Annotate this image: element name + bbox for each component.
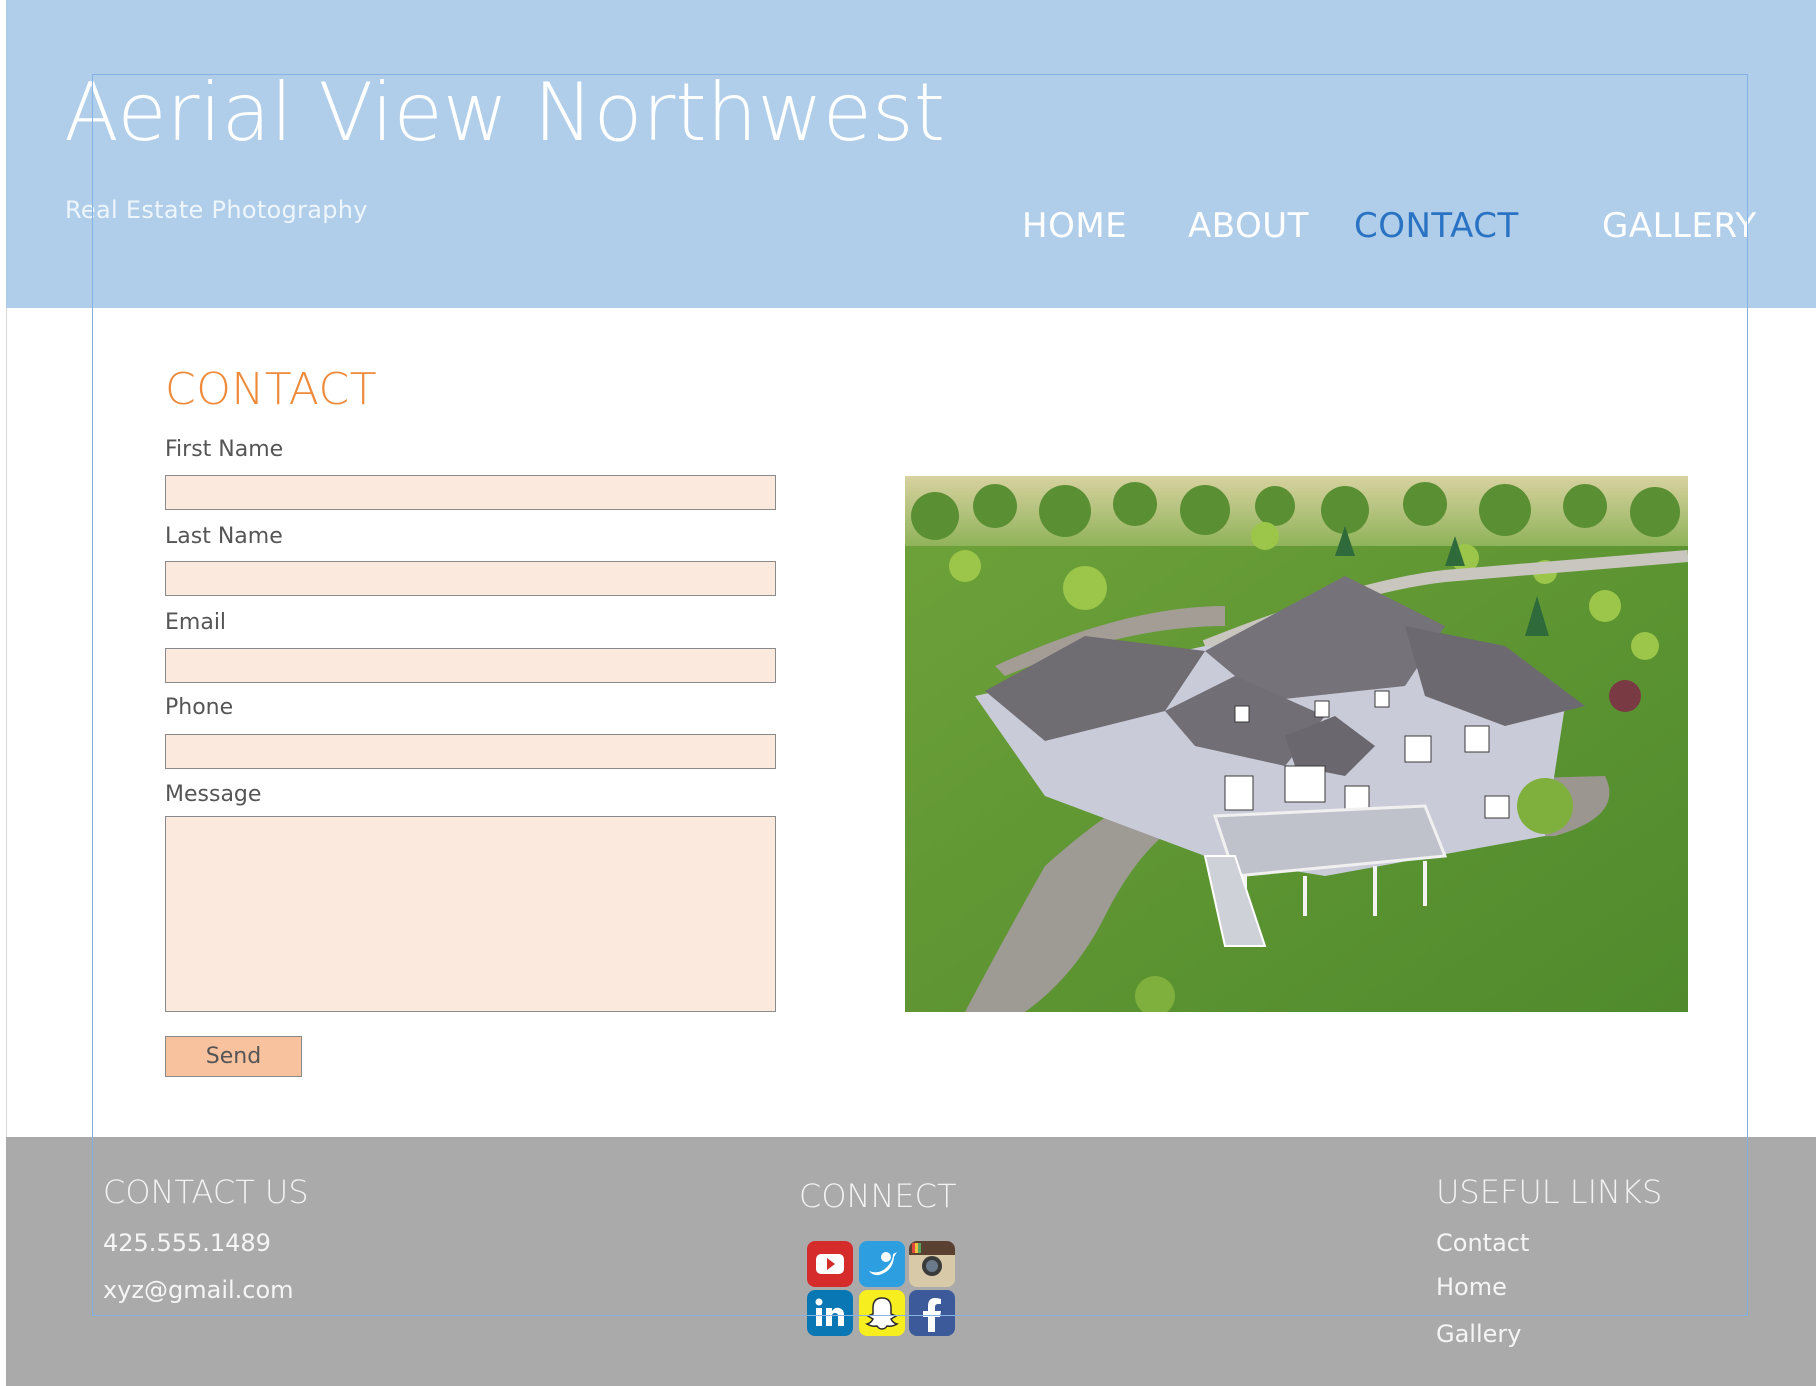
phone-label: Phone	[165, 695, 234, 720]
main-nav: HOME ABOUT CONTACT GALLERY	[6, 206, 1816, 246]
footer-link-contact[interactable]: Contact	[1436, 1229, 1529, 1257]
twitter-icon[interactable]	[859, 1241, 905, 1287]
facebook-icon[interactable]	[909, 1290, 955, 1336]
message-textarea[interactable]	[165, 816, 776, 1012]
footer-phone: 425.555.1489	[103, 1229, 271, 1257]
footer-link-home[interactable]: Home	[1436, 1273, 1507, 1301]
connect-heading: CONNECT	[799, 1177, 957, 1215]
last-name-input[interactable]	[165, 561, 776, 596]
first-name-input[interactable]	[165, 475, 776, 510]
nav-about[interactable]: ABOUT	[1188, 206, 1309, 246]
site-title: Aerial View Northwest	[64, 66, 946, 159]
nav-gallery[interactable]: GALLERY	[1602, 206, 1757, 246]
email-input[interactable]	[165, 648, 776, 683]
site-footer: CONTACT US 425.555.1489 xyz@gmail.com CO…	[6, 1137, 1816, 1386]
last-name-label: Last Name	[165, 524, 283, 549]
footer-link-gallery[interactable]: Gallery	[1436, 1320, 1521, 1348]
email-label: Email	[165, 610, 227, 635]
linkedin-icon[interactable]	[807, 1290, 853, 1336]
send-button[interactable]: Send	[165, 1036, 302, 1077]
phone-input[interactable]	[165, 734, 776, 769]
useful-links-heading: USEFUL LINKS	[1436, 1173, 1663, 1211]
house-aerial-photo	[905, 476, 1688, 1012]
nav-contact[interactable]: CONTACT	[1354, 206, 1519, 246]
instagram-icon[interactable]	[909, 1241, 955, 1287]
snapchat-icon[interactable]	[859, 1290, 905, 1336]
contact-heading: CONTACT	[165, 364, 378, 415]
site-header: Aerial View Northwest Real Estate Photog…	[6, 0, 1816, 308]
nav-home[interactable]: HOME	[1022, 206, 1127, 246]
footer-email[interactable]: xyz@gmail.com	[103, 1276, 294, 1304]
message-label: Message	[165, 782, 262, 807]
contact-us-heading: CONTACT US	[103, 1173, 309, 1211]
first-name-label: First Name	[165, 437, 284, 462]
youtube-icon[interactable]	[807, 1241, 853, 1287]
